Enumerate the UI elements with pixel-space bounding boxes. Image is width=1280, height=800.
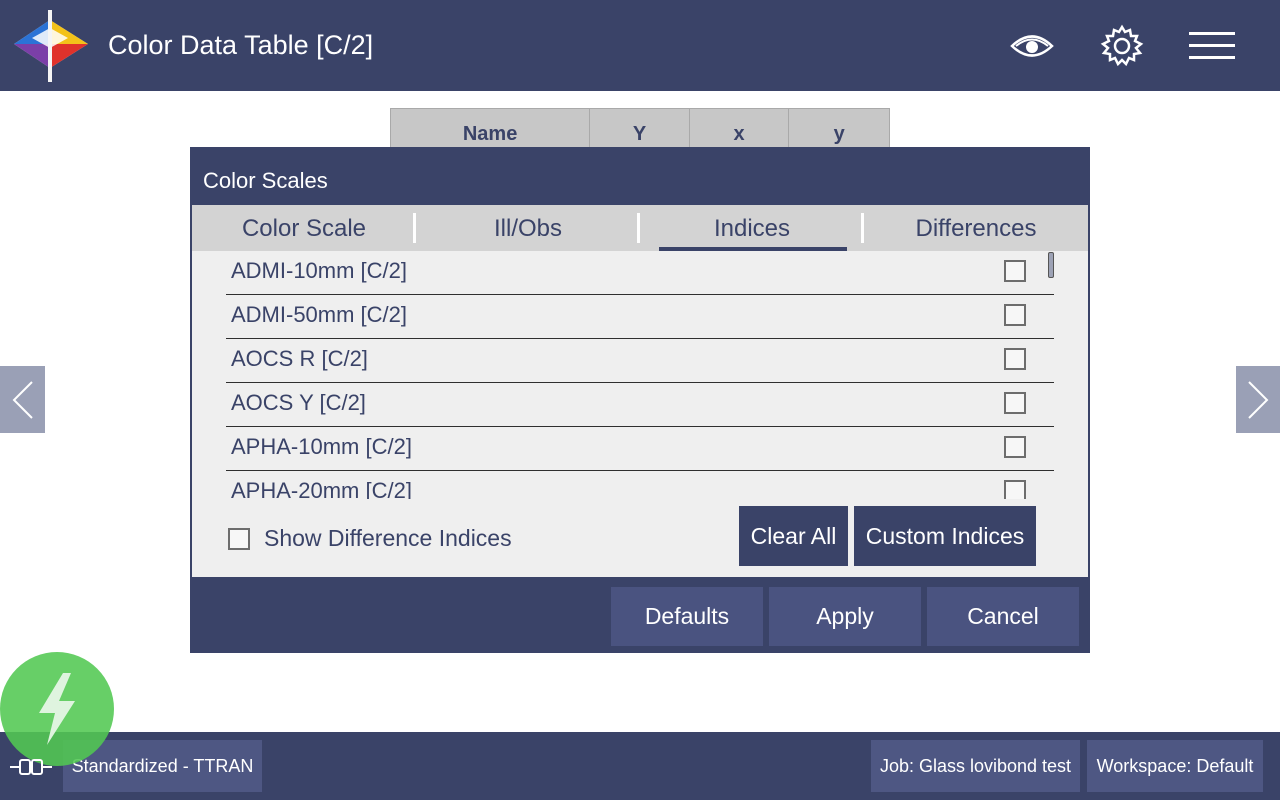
eye-icon[interactable] (1008, 22, 1056, 70)
cancel-button[interactable]: Cancel (927, 587, 1079, 646)
job-status[interactable]: Job: Glass lovibond test (871, 740, 1080, 792)
tab-label: Indices (713, 215, 791, 242)
list-item[interactable]: APHA-10mm [C/2] (226, 427, 1054, 471)
list-item-checkbox[interactable] (1004, 260, 1026, 282)
column-header-x[interactable]: x (690, 109, 790, 147)
list-item-checkbox[interactable] (1004, 480, 1026, 499)
tab-bar: Color Scale Ill/Obs Indices Differences (192, 205, 1088, 251)
next-page-button[interactable] (1236, 366, 1280, 433)
list-item[interactable]: ADMI-50mm [C/2] (226, 295, 1054, 339)
list-item-label: APHA-20mm [C/2] (231, 478, 412, 499)
column-header-y-upper[interactable]: Y (590, 109, 690, 147)
apply-button[interactable]: Apply (769, 587, 921, 646)
list-item-label: APHA-10mm [C/2] (231, 434, 412, 459)
column-header-y[interactable]: y (789, 109, 889, 147)
column-header-name[interactable]: Name (391, 109, 591, 147)
dialog-body: Color Scale Ill/Obs Indices Differences (192, 205, 1088, 577)
list-item[interactable]: APHA-20mm [C/2] (226, 471, 1054, 499)
status-bar: Standardized - TTRAN Job: Glass lovibond… (0, 732, 1280, 800)
show-difference-indices-option[interactable]: Show Difference Indices (228, 525, 512, 552)
list-item-label: ADMI-10mm [C/2] (231, 258, 408, 283)
custom-indices-button[interactable]: Custom Indices (854, 506, 1036, 566)
workspace-status[interactable]: Workspace: Default (1087, 740, 1263, 792)
list-scrollbar[interactable] (1048, 252, 1054, 278)
color-scales-dialog: Color Scales Color Scale Ill/Obs Indices (190, 147, 1090, 653)
app-logo-icon (10, 8, 94, 84)
list-item-checkbox[interactable] (1004, 304, 1026, 326)
chevron-left-icon (12, 380, 33, 419)
list-item-checkbox[interactable] (1004, 392, 1026, 414)
chevron-right-icon (1248, 380, 1269, 419)
tab-color-scale[interactable]: Color Scale (192, 205, 416, 251)
clear-all-button[interactable]: Clear All (739, 506, 848, 566)
tab-label: Ill/Obs (493, 215, 562, 242)
data-table-header: Name Y x y (390, 108, 890, 148)
tab-label: Color Scale (241, 215, 367, 242)
list-item-checkbox[interactable] (1004, 348, 1026, 370)
list-item[interactable]: ADMI-10mm [C/2] (226, 251, 1054, 295)
app-header: Color Data Table [C/2] (0, 0, 1280, 91)
show-difference-indices-checkbox[interactable] (228, 527, 250, 550)
tab-label: Differences (915, 215, 1037, 242)
show-difference-indices-label: Show Difference Indices (264, 525, 512, 551)
page-title: Color Data Table [C/2] (108, 30, 374, 60)
connection-plug-icon (8, 752, 54, 782)
lightning-bolt-icon[interactable] (0, 652, 114, 766)
app-root: Color Data Table [C/2] Name Y x y Color … (0, 0, 1280, 800)
hamburger-menu-icon[interactable] (1188, 22, 1236, 70)
previous-page-button[interactable] (0, 366, 45, 433)
gear-icon[interactable] (1098, 22, 1146, 70)
list-item[interactable]: AOCS R [C/2] (226, 339, 1054, 383)
tab-differences[interactable]: Differences (864, 205, 1088, 251)
list-item-label: AOCS Y [C/2] (231, 390, 366, 415)
list-item[interactable]: AOCS Y [C/2] (226, 383, 1054, 427)
list-item-label: AOCS R [C/2] (231, 346, 368, 371)
tab-indices[interactable]: Indices (640, 205, 864, 251)
list-item-label: ADMI-50mm [C/2] (231, 302, 408, 327)
dialog-title: Color Scales (203, 168, 328, 193)
tab-ill-obs[interactable]: Ill/Obs (416, 205, 640, 251)
defaults-button[interactable]: Defaults (611, 587, 763, 646)
indices-list[interactable]: ADMI-10mm [C/2] ADMI-50mm [C/2] AOCS R [… (226, 251, 1054, 499)
list-item-checkbox[interactable] (1004, 436, 1026, 458)
